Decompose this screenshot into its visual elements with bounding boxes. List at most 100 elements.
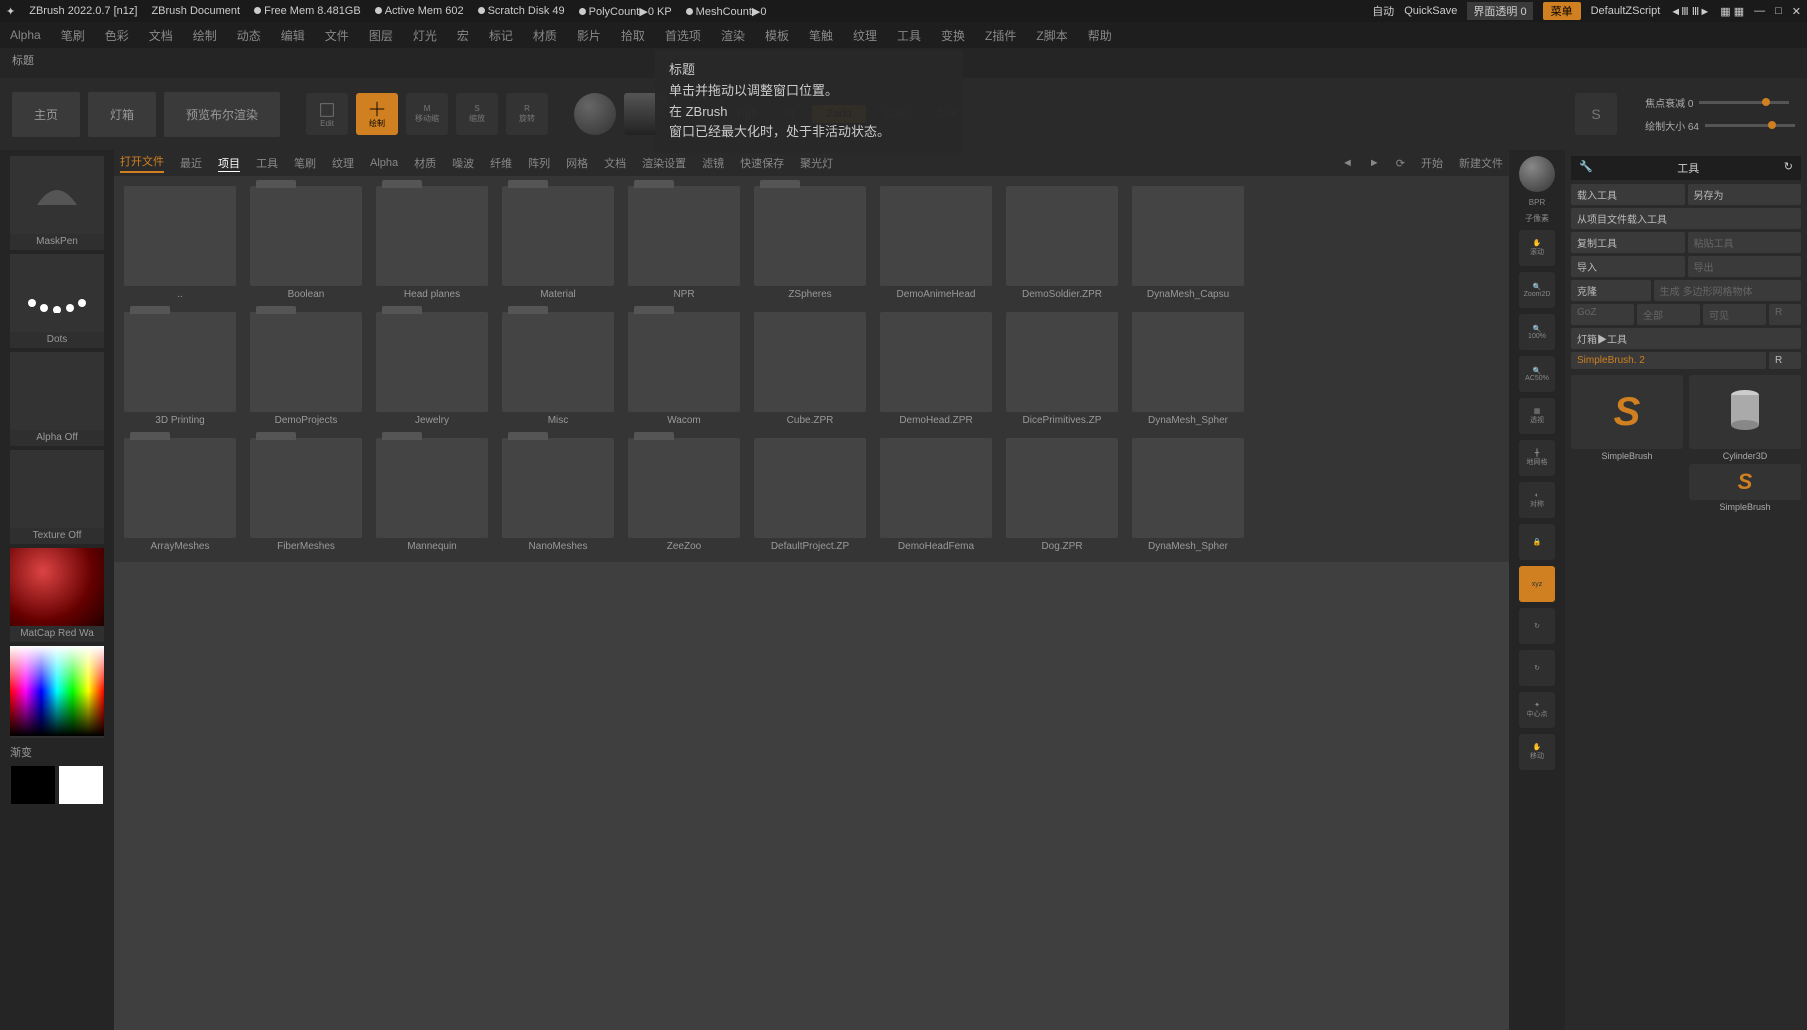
draw-mode-button[interactable]: 绘制 (356, 93, 398, 135)
menu-影片[interactable]: 影片 (577, 27, 601, 44)
quicksave-button[interactable]: QuickSave (1404, 5, 1457, 17)
edit-mode-button[interactable]: Edit (306, 93, 348, 135)
color-picker[interactable] (10, 646, 104, 738)
menu-灯光[interactable]: 灯光 (413, 27, 437, 44)
project-item[interactable]: Mannequin (376, 438, 488, 552)
menu-绘制[interactable]: 绘制 (193, 27, 217, 44)
scale-button[interactable]: S缩放 (456, 93, 498, 135)
scroll-button[interactable]: ✋滚动 (1519, 230, 1555, 266)
tab-alpha[interactable]: Alpha (370, 157, 398, 169)
menu-动态[interactable]: 动态 (237, 27, 261, 44)
drawsize-slider[interactable] (1705, 124, 1795, 127)
project-item[interactable]: ZeeZoo (628, 438, 740, 552)
menu-button[interactable]: 菜单 (1543, 2, 1581, 20)
menu-模板[interactable]: 模板 (765, 27, 789, 44)
nav-fwd-icon[interactable]: ► (1369, 157, 1380, 169)
menu-纹理[interactable]: 纹理 (853, 27, 877, 44)
tab-open[interactable]: 打开文件 (120, 153, 164, 173)
project-item[interactable]: Material (502, 186, 614, 300)
menu-Z脚本[interactable]: Z脚本 (1036, 27, 1067, 44)
tab-mesh[interactable]: 网格 (566, 155, 588, 171)
canvas[interactable] (114, 562, 1509, 1030)
project-item[interactable]: NanoMeshes (502, 438, 614, 552)
nav-back-icon[interactable]: ◄ (1342, 157, 1353, 169)
copy-tool-button[interactable]: 复制工具 (1571, 232, 1685, 253)
project-item[interactable]: Head planes (376, 186, 488, 300)
tab-material[interactable]: 材质 (414, 155, 436, 171)
zoom2d-button[interactable]: 🔍Zoom2D (1519, 272, 1555, 308)
move-button[interactable]: ✋移动 (1519, 734, 1555, 770)
tab-render[interactable]: 渲染设置 (642, 155, 686, 171)
saveas-button[interactable]: 另存为 (1688, 184, 1802, 205)
home-button[interactable]: 主页 (12, 92, 80, 137)
tab-spotlight[interactable]: 聚光灯 (800, 155, 833, 171)
project-item[interactable]: DemoHead.ZPR (880, 312, 992, 426)
xyz-button[interactable]: xyz (1519, 566, 1555, 602)
lightbox-tool-button[interactable]: 灯箱▶工具 (1571, 328, 1801, 349)
zoom100-button[interactable]: 🔍100% (1519, 314, 1555, 350)
project-item[interactable]: Wacom (628, 312, 740, 426)
brush-picker[interactable]: MaskPen (10, 156, 104, 250)
tab-quicksave[interactable]: 快速保存 (740, 155, 784, 171)
project-item[interactable]: DynaMesh_Capsu (1132, 186, 1244, 300)
menu-工具[interactable]: 工具 (897, 27, 921, 44)
project-item[interactable]: NPR (628, 186, 740, 300)
minimize-icon[interactable]: — (1754, 5, 1765, 17)
project-item[interactable]: ArrayMeshes (124, 438, 236, 552)
menu-材质[interactable]: 材质 (533, 27, 557, 44)
refresh-icon[interactable]: ↻ (1519, 608, 1555, 644)
alpha-picker[interactable]: Alpha Off (10, 352, 104, 446)
tab-tool[interactable]: 工具 (256, 155, 278, 171)
menu-色彩[interactable]: 色彩 (105, 27, 129, 44)
all-button[interactable]: 全部 (1637, 304, 1700, 325)
clone-button[interactable]: 克隆 (1571, 280, 1651, 301)
rotate-button[interactable]: R旋转 (506, 93, 548, 135)
project-item[interactable]: FiberMeshes (250, 438, 362, 552)
r-button[interactable]: R (1769, 304, 1801, 325)
goz-button[interactable]: GoZ (1571, 304, 1634, 325)
bpr-button[interactable] (1519, 156, 1555, 192)
tab-fiber[interactable]: 纤维 (490, 155, 512, 171)
tab-noise[interactable]: 噪波 (452, 155, 474, 171)
start-button[interactable]: 开始 (1421, 155, 1443, 171)
material-picker[interactable]: MatCap Red Wa (10, 548, 104, 642)
tab-filter[interactable]: 滤镜 (702, 155, 724, 171)
new-file-button[interactable]: 新建文件 (1459, 155, 1503, 171)
zscript-label[interactable]: DefaultZScript (1591, 5, 1661, 17)
texture-picker[interactable]: Texture Off (10, 450, 104, 544)
project-item[interactable]: DemoHeadFema (880, 438, 992, 552)
project-item[interactable]: Misc (502, 312, 614, 426)
polymesh-button[interactable]: 生成 多边形网格物体 (1654, 280, 1801, 301)
menu-渲染[interactable]: 渲染 (721, 27, 745, 44)
project-item[interactable]: DynaMesh_Spher (1132, 438, 1244, 552)
project-item[interactable]: Dog.ZPR (1006, 438, 1118, 552)
menu-帮助[interactable]: 帮助 (1088, 27, 1112, 44)
project-item[interactable]: DefaultProject.ZP (754, 438, 866, 552)
tab-brush[interactable]: 笔刷 (294, 155, 316, 171)
menu-宏[interactable]: 宏 (457, 27, 469, 44)
project-item[interactable]: DynaMesh_Spher (1132, 312, 1244, 426)
export-button[interactable]: 导出 (1688, 256, 1802, 277)
menu-编辑[interactable]: 编辑 (281, 27, 305, 44)
focal-slider[interactable] (1699, 101, 1789, 104)
project-item[interactable]: Cube.ZPR (754, 312, 866, 426)
project-item[interactable]: ZSpheres (754, 186, 866, 300)
project-item[interactable]: 3D Printing (124, 312, 236, 426)
visible-button[interactable]: 可见 (1703, 304, 1766, 325)
refresh-icon[interactable]: ↻ (1784, 160, 1793, 176)
lightbox-button[interactable]: 灯箱 (88, 92, 156, 137)
tab-recent[interactable]: 最近 (180, 155, 202, 171)
load-tool-button[interactable]: 载入工具 (1571, 184, 1685, 205)
menu-文档[interactable]: 文档 (149, 27, 173, 44)
paste-tool-button[interactable]: 粘贴工具 (1688, 232, 1802, 253)
color-black[interactable] (11, 766, 55, 804)
lock-button[interactable]: 🔒 (1519, 524, 1555, 560)
menu-icon[interactable]: ✦ (6, 5, 15, 18)
tool-simplebrush[interactable]: SSimpleBrush (1571, 375, 1683, 512)
move-button[interactable]: M移动缩 (406, 93, 448, 135)
project-item[interactable]: DemoSoldier.ZPR (1006, 186, 1118, 300)
current-tool[interactable]: SimpleBrush. 2 (1571, 352, 1766, 369)
tool-simplebrush2[interactable]: S (1689, 464, 1801, 500)
import-button[interactable]: 导入 (1571, 256, 1685, 277)
sphere-icon[interactable] (574, 93, 616, 135)
